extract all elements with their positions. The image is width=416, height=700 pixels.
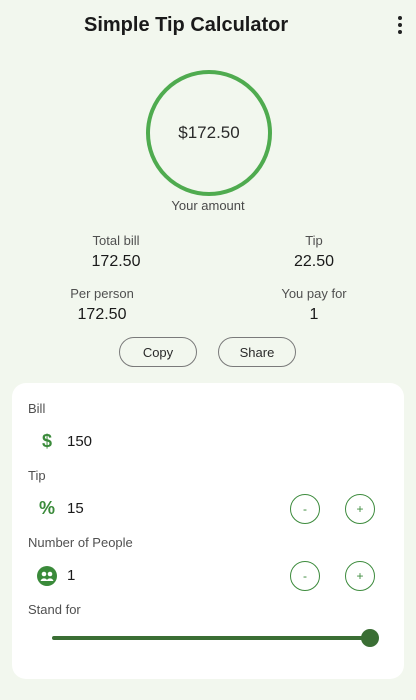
dollar-icon: $ (42, 432, 52, 450)
total-bill-label: Total bill (92, 233, 140, 248)
tip-input[interactable]: 15 (67, 500, 84, 517)
people-icon (37, 566, 57, 586)
you-pay-value: 1 (309, 306, 319, 323)
more-vert-icon[interactable] (396, 16, 404, 36)
people-input[interactable]: 1 (67, 567, 75, 584)
svg-text:%: % (39, 499, 55, 517)
tip-label: Tip (28, 468, 46, 483)
per-person-stat: Per person 172.50 (32, 286, 172, 324)
page-title: Simple Tip Calculator (84, 14, 289, 36)
total-bill-stat: Total bill 172.50 (46, 233, 186, 271)
copy-button[interactable]: Copy (119, 337, 197, 367)
people-decrement-button[interactable]: - (290, 561, 320, 591)
tip-increment-button[interactable]: + (345, 494, 375, 524)
stand-for-slider-track[interactable] (52, 636, 370, 640)
bill-label: Bill (28, 401, 46, 416)
amount-value: $172.50 (178, 123, 240, 142)
you-pay-stat: You pay for 1 (244, 286, 384, 324)
tip-amount-value: 22.50 (293, 253, 335, 270)
percent-icon: % (39, 499, 55, 517)
amount-circle: $172.50 (146, 70, 272, 196)
tip-decrement-button[interactable]: - (290, 494, 320, 524)
you-pay-label: You pay for (281, 286, 347, 301)
input-card: Bill $ 150 Tip % 15 - + Number of People… (12, 383, 404, 679)
per-person-value: 172.50 (77, 306, 127, 323)
people-increment-button[interactable]: + (345, 561, 375, 591)
per-person-label: Per person (70, 286, 134, 301)
share-button[interactable]: Share (218, 337, 296, 367)
tip-amount-label: Tip (305, 233, 323, 248)
svg-text:$: $ (42, 432, 52, 450)
tip-stat: Tip 22.50 (244, 233, 384, 271)
bill-input[interactable]: 150 (67, 433, 92, 450)
amount-label: Your amount (171, 198, 245, 213)
people-label: Number of People (28, 535, 133, 550)
stand-for-label: Stand for (28, 602, 81, 617)
stand-for-slider-thumb[interactable] (361, 629, 379, 647)
app-header: Simple Tip Calculator (0, 0, 416, 52)
total-bill-value: 172.50 (91, 253, 141, 270)
